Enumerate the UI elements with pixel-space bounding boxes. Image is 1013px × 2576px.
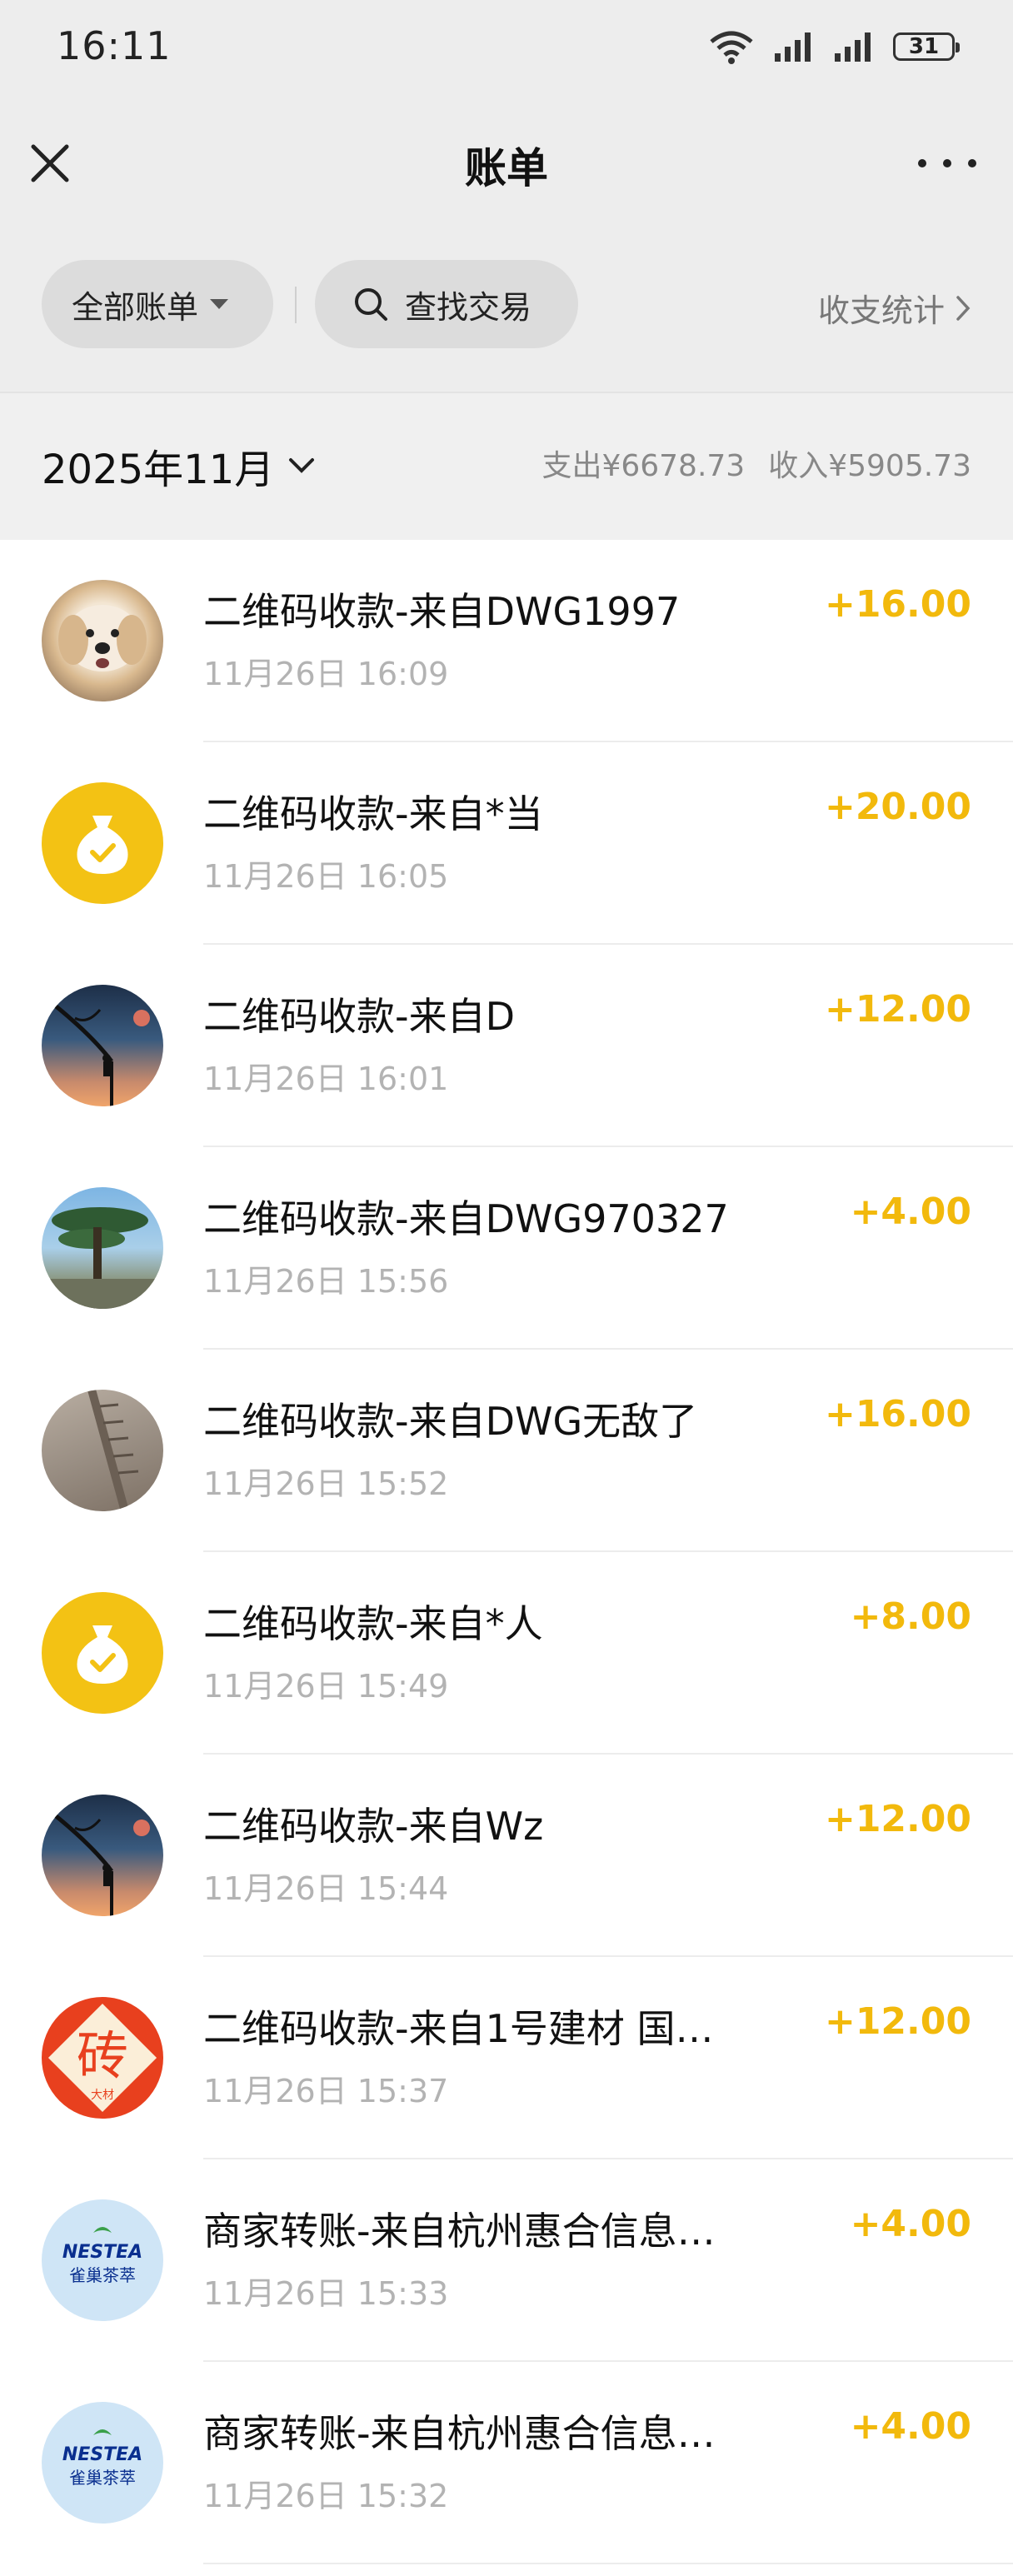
top-area: 16:11 31 账单 全部账单 查找交易 收支统计 xyxy=(0,0,1013,392)
more-options-icon[interactable] xyxy=(918,147,976,180)
divider xyxy=(295,287,297,323)
month-summary: 支出¥6678.73 收入¥5905.73 xyxy=(541,442,971,485)
nestea-logo: NESTEA 雀巢茶萃 xyxy=(62,2429,142,2488)
nestea-logo-bottom: 雀巢茶萃 xyxy=(69,2265,136,2285)
nav-bar: 账单 xyxy=(0,100,1013,225)
signal-icon xyxy=(775,32,811,62)
transaction-time: 11月26日 15:33 xyxy=(203,2275,449,2312)
transaction-amount: +4.00 xyxy=(850,2405,971,2448)
month-label: 2025年11月 xyxy=(42,447,275,493)
transaction-row[interactable]: 砖 大材 二维码收款-来自1号建材 国… 11月26日 15:37 +12.00 xyxy=(0,1957,1013,2159)
transaction-row[interactable]: 二维码收款-来自DWG970327 11月26日 15:56 +4.00 xyxy=(0,1147,1013,1350)
all-bills-dropdown[interactable]: 全部账单 xyxy=(42,260,273,348)
avatar: NESTEA 雀巢茶萃 xyxy=(42,2402,163,2524)
signal-icon-2 xyxy=(835,32,871,62)
transaction-time: 11月26日 15:56 xyxy=(203,1263,449,1300)
avatar xyxy=(42,1795,163,1916)
transaction-time: 11月26日 15:44 xyxy=(203,1870,449,1907)
avatar xyxy=(42,985,163,1106)
month-selector[interactable]: 2025年11月 xyxy=(42,437,316,495)
transaction-amount: +16.00 xyxy=(824,1393,971,1435)
caret-down-icon xyxy=(210,299,229,309)
transaction-row[interactable]: 二维码收款-来自D 11月26日 16:01 +12.00 xyxy=(0,945,1013,1147)
transaction-title: 二维码收款-来自DWG无敌了 xyxy=(203,1399,698,1444)
avatar xyxy=(42,782,163,904)
transaction-row[interactable]: 二维码收款-来自DWG无敌了 11月26日 15:52 +16.00 xyxy=(0,1350,1013,1552)
transaction-row[interactable]: 二维码收款-来自*人 11月26日 15:49 +8.00 xyxy=(0,1552,1013,1755)
transaction-title: 二维码收款-来自*当 xyxy=(203,791,543,836)
brick-logo-char: 砖 xyxy=(77,2025,128,2086)
income-total: 收入¥5905.73 xyxy=(768,449,971,483)
tree-sunset-photo xyxy=(48,1810,150,1916)
transaction-amount: +16.00 xyxy=(824,583,971,626)
month-bar: 2025年11月 支出¥6678.73 收入¥5905.73 xyxy=(0,392,1013,540)
tree-sunset-photo xyxy=(48,1000,150,1106)
nestea-logo-top: NESTEA xyxy=(62,2444,142,2465)
row-divider xyxy=(203,2563,1013,2564)
avatar xyxy=(42,1187,163,1309)
avatar: 砖 大材 xyxy=(42,1997,163,2119)
transaction-row[interactable]: NESTEA 雀巢茶萃 商家转账-来自杭州惠合信息… 11月26日 15:33 … xyxy=(0,2159,1013,2362)
wifi-icon xyxy=(710,31,753,64)
transaction-amount: +20.00 xyxy=(824,786,971,828)
pine-tree-photo xyxy=(42,1207,163,1309)
transaction-row[interactable]: 二维码收款-来自*当 11月26日 16:05 +20.00 xyxy=(0,742,1013,945)
transaction-row[interactable]: NESTEA 雀巢茶萃 商家转账-来自杭州惠合信息… 11月26日 15:32 … xyxy=(0,2362,1013,2564)
filter-bar: 全部账单 查找交易 收支统计 xyxy=(0,225,1013,392)
page-title: 账单 xyxy=(465,144,548,192)
transaction-title: 商家转账-来自杭州惠合信息… xyxy=(203,2209,716,2254)
transaction-title: 二维码收款-来自DWG1997 xyxy=(203,589,681,634)
transaction-title: 二维码收款-来自1号建材 国… xyxy=(203,2006,714,2051)
search-icon xyxy=(355,288,387,321)
transaction-title: 商家转账-来自杭州惠合信息… xyxy=(203,2411,716,2456)
expense-total: 支出¥6678.73 xyxy=(541,449,746,483)
transaction-amount: +8.00 xyxy=(850,1595,971,1638)
search-label: 查找交易 xyxy=(405,288,532,326)
transaction-row[interactable]: 二维码收款-来自DWG1997 11月26日 16:09 +16.00 xyxy=(0,540,1013,742)
transaction-time: 11月26日 15:52 xyxy=(203,1465,449,1502)
nestea-logo-bottom: 雀巢茶萃 xyxy=(69,2468,136,2488)
stats-label: 收支统计 xyxy=(817,292,945,329)
status-icons: 31 xyxy=(708,28,960,65)
all-bills-label: 全部账单 xyxy=(72,288,199,326)
chevron-down-icon xyxy=(289,458,315,473)
transaction-time: 11月26日 15:37 xyxy=(203,2073,449,2109)
stats-link[interactable]: 收支统计 xyxy=(818,285,971,331)
transaction-title: 二维码收款-来自Wz xyxy=(203,1804,544,1849)
battery-level: 31 xyxy=(908,34,940,59)
transaction-time: 11月26日 15:49 xyxy=(203,1668,449,1705)
avatar xyxy=(42,1390,163,1511)
dog-photo xyxy=(58,605,147,671)
status-time: 16:11 xyxy=(57,23,172,68)
transaction-amount: +4.00 xyxy=(850,1191,971,1233)
transaction-time: 11月26日 16:05 xyxy=(203,858,449,895)
search-transaction-button[interactable]: 查找交易 xyxy=(315,260,578,348)
chevron-right-icon xyxy=(956,295,971,321)
avatar xyxy=(42,1592,163,1714)
transaction-amount: +4.00 xyxy=(850,2203,971,2245)
transaction-title: 二维码收款-来自*人 xyxy=(203,1601,543,1646)
battery-icon: 31 xyxy=(893,32,960,61)
transaction-amount: +12.00 xyxy=(824,2000,971,2043)
avatar xyxy=(42,580,163,701)
transaction-amount: +12.00 xyxy=(824,988,971,1031)
transaction-amount: +12.00 xyxy=(824,1798,971,1840)
nestea-logo: NESTEA 雀巢茶萃 xyxy=(62,2227,142,2285)
nestea-logo-top: NESTEA xyxy=(62,2242,142,2263)
transaction-time: 11月26日 16:01 xyxy=(203,1061,449,1097)
transaction-time: 11月26日 16:09 xyxy=(203,656,449,692)
avatar: NESTEA 雀巢茶萃 xyxy=(42,2199,163,2321)
status-bar: 16:11 31 xyxy=(0,0,1013,100)
transaction-time: 11月26日 15:32 xyxy=(203,2478,449,2514)
transaction-row[interactable]: 二维码收款-来自Wz 11月26日 15:44 +12.00 xyxy=(0,1755,1013,1957)
brick-logo-sub: 大材 xyxy=(91,2089,114,2102)
brick-logo: 砖 大材 xyxy=(47,2003,157,2113)
money-bag-icon xyxy=(77,1625,128,1684)
transaction-title: 二维码收款-来自DWG970327 xyxy=(203,1196,729,1241)
transaction-title: 二维码收款-来自D xyxy=(203,994,516,1039)
money-bag-icon xyxy=(77,816,128,874)
stone-path-photo xyxy=(87,1390,139,1511)
transaction-list: 二维码收款-来自DWG1997 11月26日 16:09 +16.00 二维码收… xyxy=(0,540,1013,2564)
